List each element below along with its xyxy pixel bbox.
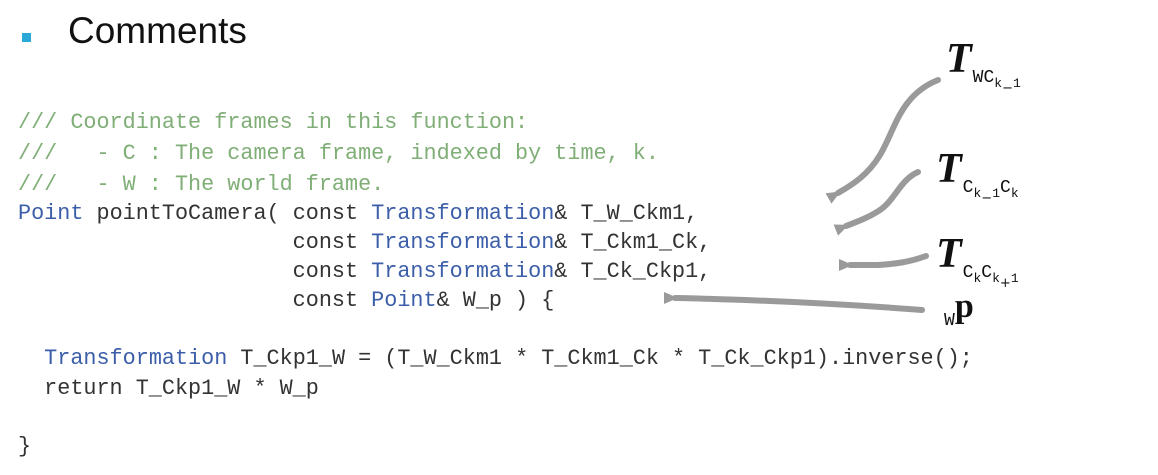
arrow-t-ck-ckp1: [839, 253, 929, 271]
arrow-w-p: [663, 291, 925, 313]
annotation-arrows: [663, 77, 941, 313]
arrow-t-w-ckm1: [825, 77, 941, 204]
